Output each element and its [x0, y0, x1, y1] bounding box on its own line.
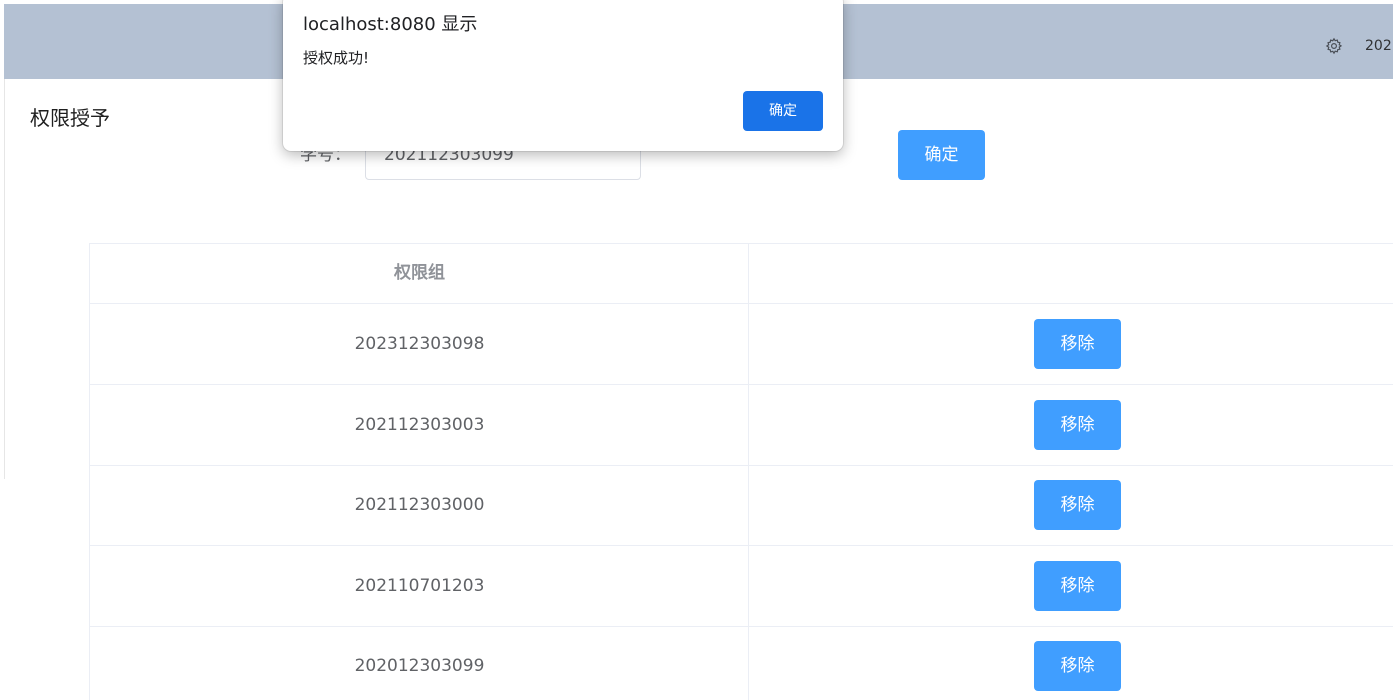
- remove-button[interactable]: 移除: [1034, 561, 1121, 611]
- app-root: 2021 权限授予 学号： 确定 权限组 202312303098 移除 202…: [0, 0, 1393, 700]
- table-row: 202012303099 移除: [90, 626, 1393, 700]
- row-id: 202110701203: [354, 576, 485, 596]
- dialog-ok-button[interactable]: 确定: [743, 91, 823, 131]
- header-user-text[interactable]: 2021: [1365, 37, 1393, 55]
- table-row: 202110701203 移除: [90, 546, 1393, 627]
- table-row: 202312303098 移除: [90, 304, 1393, 385]
- page-title: 权限授予: [30, 106, 110, 130]
- column-divider: [748, 244, 749, 700]
- left-border: [4, 79, 5, 479]
- remove-button[interactable]: 移除: [1034, 400, 1121, 450]
- column-header-permission-group: 权限组: [394, 263, 445, 283]
- dialog-title: localhost:8080 显示: [303, 14, 478, 35]
- gear-icon[interactable]: [1325, 37, 1343, 55]
- alert-dialog: localhost:8080 显示 授权成功! 确定: [283, 0, 843, 151]
- table-header-row: 权限组: [90, 244, 1393, 304]
- row-id: 202112303003: [354, 415, 485, 435]
- remove-button[interactable]: 移除: [1034, 480, 1121, 530]
- column-header-actions: [749, 244, 1393, 303]
- remove-button[interactable]: 移除: [1034, 641, 1121, 691]
- remove-button[interactable]: 移除: [1034, 319, 1121, 369]
- row-id: 202312303098: [354, 334, 485, 354]
- permission-table: 权限组 202312303098 移除 202112303003 移除 2021…: [89, 243, 1393, 700]
- row-id: 202112303000: [354, 495, 485, 515]
- dialog-message: 授权成功!: [303, 49, 370, 67]
- confirm-button[interactable]: 确定: [898, 130, 985, 180]
- row-id: 202012303099: [354, 656, 485, 676]
- table-row: 202112303000 移除: [90, 465, 1393, 546]
- table-row: 202112303003 移除: [90, 385, 1393, 466]
